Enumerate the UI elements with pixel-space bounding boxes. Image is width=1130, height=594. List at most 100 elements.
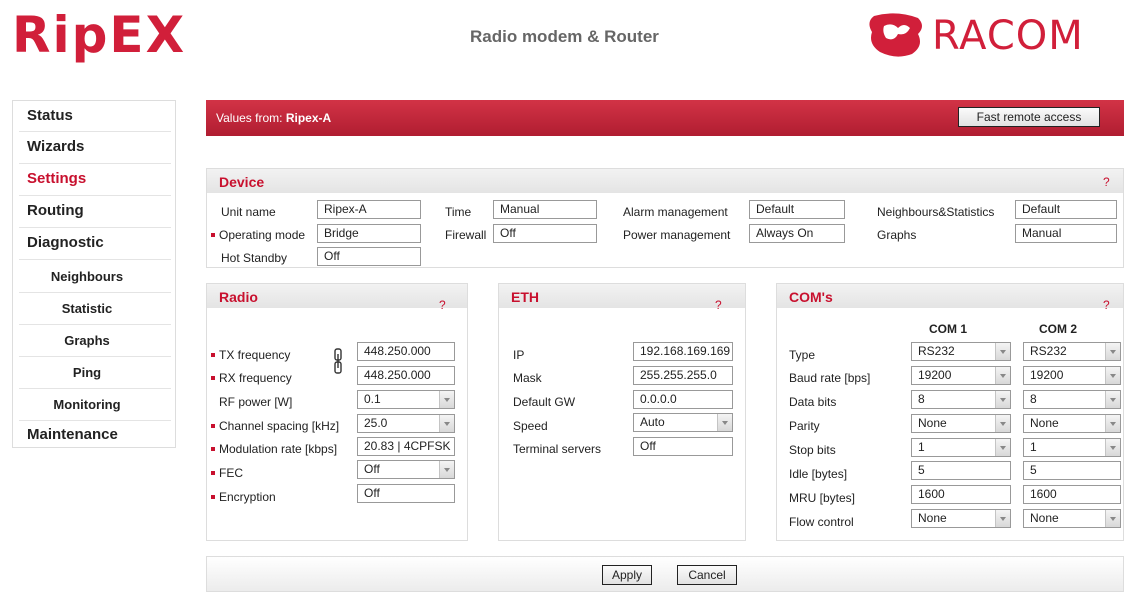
chevron-down-icon (995, 510, 1010, 527)
com2-baud-select[interactable]: 19200 (1023, 366, 1121, 385)
neighbours-statistics-field[interactable]: Default (1015, 200, 1117, 219)
terminal-servers-label: Terminal servers (513, 442, 602, 456)
racom-brand: RACOM (932, 13, 1084, 59)
coms-title: COM's (789, 289, 833, 305)
nav-settings[interactable]: Settings (27, 170, 86, 187)
com1-mru-field[interactable]: 1600 (911, 485, 1011, 504)
apply-button[interactable]: Apply (602, 565, 652, 585)
baud-rate-label: Baud rate [bps] (789, 371, 871, 385)
com1-stop-bits-select[interactable]: 1 (911, 438, 1011, 457)
graphs-field[interactable]: Manual (1015, 224, 1117, 243)
chevron-down-icon (439, 415, 454, 432)
rx-frequency-label: RX frequency (211, 371, 292, 385)
com2-flow-control-value: None (1030, 511, 1059, 525)
data-bits-label: Data bits (789, 395, 837, 409)
page-subtitle: Radio modem & Router (470, 27, 659, 46)
channel-spacing-value: 25.0 (364, 416, 388, 430)
com1-baud-select[interactable]: 19200 (911, 366, 1011, 385)
cancel-button[interactable]: Cancel (677, 565, 737, 585)
nav-ping[interactable]: Ping (13, 365, 161, 380)
nav-graphs[interactable]: Graphs (13, 333, 161, 348)
nav-neighbours[interactable]: Neighbours (13, 269, 161, 284)
nav-divider (19, 356, 171, 357)
device-panel: Device ? Unit name Ripex-A Operating mod… (206, 168, 1124, 268)
com2-stop-bits-select[interactable]: 1 (1023, 438, 1121, 457)
operating-mode-field[interactable]: Bridge (317, 224, 421, 243)
tx-frequency-label: TX frequency (211, 348, 290, 362)
alarm-management-label: Alarm management (623, 205, 728, 219)
nav-monitoring[interactable]: Monitoring (13, 397, 161, 412)
chevron-down-icon (1105, 415, 1120, 432)
com2-type-value: RS232 (1030, 344, 1067, 358)
com1-parity-select[interactable]: None (911, 414, 1011, 433)
chevron-down-icon (1105, 367, 1120, 384)
rf-power-value: 0.1 (364, 392, 381, 406)
default-gw-field[interactable]: 0.0.0.0 (633, 390, 733, 409)
chevron-down-icon (439, 391, 454, 408)
hot-standby-field[interactable]: Off (317, 247, 421, 266)
modulation-rate-field[interactable]: 20.83 | 4CPFSK (357, 437, 455, 456)
firewall-label: Firewall (445, 228, 487, 242)
stop-bits-label: Stop bits (789, 443, 836, 457)
sidebar-nav: Status Wizards Settings Routing Diagnost… (12, 100, 176, 448)
power-management-field[interactable]: Always On (749, 224, 845, 243)
com2-baud-value: 19200 (1030, 368, 1064, 382)
mask-field[interactable]: 255.255.255.0 (633, 366, 733, 385)
channel-spacing-select[interactable]: 25.0 (357, 414, 455, 433)
coms-help-icon[interactable]: ? (1103, 298, 1110, 312)
racom-logo-icon (869, 13, 922, 57)
encryption-field[interactable]: Off (357, 484, 455, 503)
neighbours-statistics-label: Neighbours&Statistics (877, 205, 995, 219)
com1-flow-control-select[interactable]: None (911, 509, 1011, 528)
fast-remote-access-button[interactable]: Fast remote access (958, 107, 1100, 127)
speed-label: Speed (513, 419, 548, 433)
rx-frequency-field[interactable]: 448.250.000 (357, 366, 455, 385)
device-help-icon[interactable]: ? (1103, 175, 1110, 189)
chevron-down-icon (1105, 343, 1120, 360)
chevron-down-icon (1105, 391, 1120, 408)
fec-label: FEC (211, 466, 243, 480)
eth-help-icon[interactable]: ? (715, 298, 722, 312)
ip-field[interactable]: 192.168.169.169 (633, 342, 733, 361)
eth-title: ETH (511, 289, 539, 305)
radio-panel: Radio ? TX frequency 448.250.000 RX freq… (206, 283, 468, 541)
nav-maintenance[interactable]: Maintenance (27, 426, 118, 443)
encryption-label: Encryption (211, 490, 276, 504)
com2-header: COM 2 (1039, 322, 1078, 336)
speed-select[interactable]: Auto (633, 413, 733, 432)
rf-power-select[interactable]: 0.1 (357, 390, 455, 409)
flow-control-label: Flow control (789, 515, 854, 529)
fec-select[interactable]: Off (357, 460, 455, 479)
nav-divider (19, 259, 171, 260)
com2-idle-field[interactable]: 5 (1023, 461, 1121, 480)
com2-flow-control-select[interactable]: None (1023, 509, 1121, 528)
link-chain-icon[interactable] (333, 348, 343, 374)
firewall-field[interactable]: Off (493, 224, 597, 243)
nav-status[interactable]: Status (27, 107, 73, 124)
alarm-management-field[interactable]: Default (749, 200, 845, 219)
com2-parity-select[interactable]: None (1023, 414, 1121, 433)
com2-type-select[interactable]: RS232 (1023, 342, 1121, 361)
com2-mru-field[interactable]: 1600 (1023, 485, 1121, 504)
unit-name-label: Unit name (221, 205, 276, 219)
nav-wizards[interactable]: Wizards (27, 138, 84, 155)
radio-help-icon[interactable]: ? (439, 298, 446, 312)
com1-type-select[interactable]: RS232 (911, 342, 1011, 361)
time-field[interactable]: Manual (493, 200, 597, 219)
nav-statistic[interactable]: Statistic (13, 301, 161, 316)
terminal-servers-field[interactable]: Off (633, 437, 733, 456)
action-bar: Apply Cancel (206, 556, 1124, 592)
unit-name-field[interactable]: Ripex-A (317, 200, 421, 219)
mask-label: Mask (513, 371, 542, 385)
com1-idle-field[interactable]: 5 (911, 461, 1011, 480)
com2-data-bits-value: 8 (1030, 392, 1037, 406)
com2-data-bits-select[interactable]: 8 (1023, 390, 1121, 409)
tx-frequency-field[interactable]: 448.250.000 (357, 342, 455, 361)
nav-divider (19, 324, 171, 325)
chevron-down-icon (995, 367, 1010, 384)
nav-routing[interactable]: Routing (27, 202, 84, 219)
fec-value: Off (364, 462, 380, 476)
com1-data-bits-select[interactable]: 8 (911, 390, 1011, 409)
chevron-down-icon (439, 461, 454, 478)
nav-diagnostic[interactable]: Diagnostic (27, 234, 104, 251)
